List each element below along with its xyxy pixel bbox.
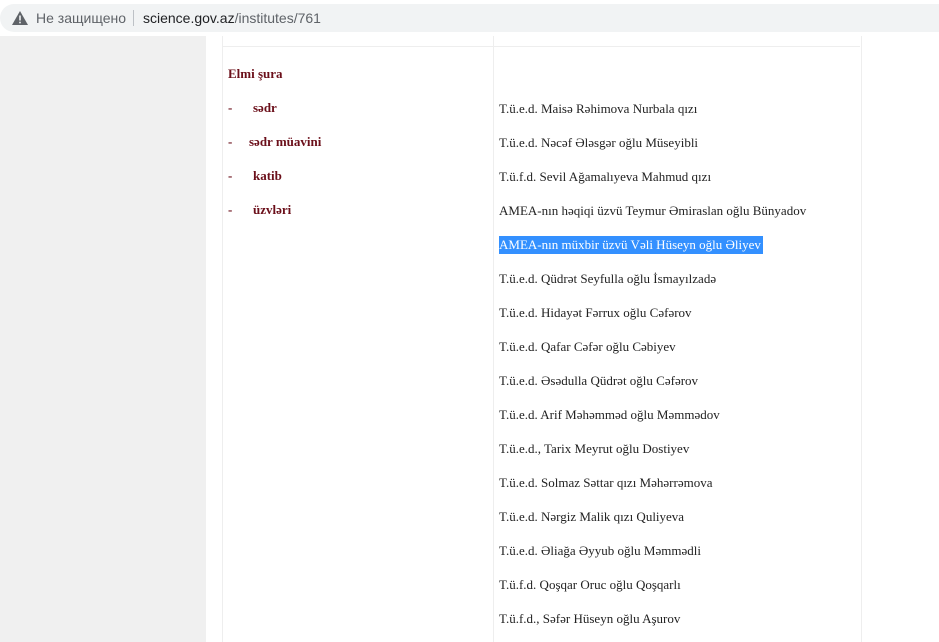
role-label: sədr müavini	[249, 134, 322, 149]
role-label: katib	[253, 168, 282, 183]
warning-triangle-icon[interactable]	[12, 11, 28, 25]
url-separator	[133, 10, 134, 26]
address-bar[interactable]: Не защищено science.gov.az/institutes/76…	[0, 4, 939, 32]
role-dash: -	[228, 100, 233, 115]
section-title: Elmi şura	[228, 66, 283, 81]
member-item: T.ü.e.d., Tarix Meyrut oğlu Dostiyev	[499, 441, 690, 456]
table-top-border	[222, 46, 860, 47]
role-label: üzvləri	[253, 202, 292, 217]
member-item: AMEA-nın həqiqi üzvü Teymur Əmiraslan oğ…	[499, 203, 807, 218]
member-item: T.ü.e.d. Nərgiz Malik qızı Quliyeva	[499, 509, 685, 524]
role-label: sədr	[253, 100, 277, 115]
member-item: T.ü.e.d. Maisə Rəhimova Nurbala qızı	[499, 101, 698, 116]
browser-toolbar: Не защищено science.gov.az/institutes/76…	[0, 0, 939, 36]
member-item: T.ü.e.d. Arif Məhəmməd oğlu Məmmədov	[499, 407, 720, 422]
member-item: T.ü.e.d. Solmaz Səttar qızı Məhərrəmova	[499, 475, 713, 490]
url-host: science.gov.az	[143, 10, 235, 26]
page-viewport: Elmi şura - sədr - sədr müavini - katib …	[0, 36, 939, 642]
security-status-label[interactable]: Не защищено	[36, 9, 126, 27]
role-dash: -	[228, 134, 233, 149]
member-item: T.ü.e.d. Əliağa Əyyub oğlu Məmmədli	[499, 543, 701, 558]
left-gutter	[0, 36, 206, 642]
member-item: T.ü.e.d. Qüdrət Seyfulla oğlu İsmayılzad…	[499, 271, 717, 286]
role-dash: -	[228, 202, 233, 217]
member-item: T.ü.e.d. Hidayət Fərrux oğlu Cəfərov	[499, 305, 692, 320]
member-item: T.ü.f.d. Sevil Ağamalıyeva Mahmud qızı	[499, 169, 712, 184]
member-item: T.ü.f.d. Qoşqar Oruc oğlu Qoşqarlı	[499, 577, 681, 592]
url-path: /institutes/761	[234, 10, 321, 26]
content-area: Elmi şura - sədr - sədr müavini - katib …	[206, 36, 939, 642]
column-divider	[493, 36, 494, 642]
member-item: T.ü.e.d. Qafar Cəfər oğlu Cəbiyev	[499, 339, 676, 354]
member-item: T.ü.e.d. Əsədulla Qüdrət oğlu Cəfərov	[499, 373, 699, 388]
member-item-selected[interactable]: AMEA-nın müxbir üzvü Vəli Hüseyn oğlu Əl…	[499, 236, 763, 254]
url-text[interactable]: science.gov.az/institutes/761	[143, 9, 321, 27]
role-dash: -	[228, 168, 233, 183]
member-item: T.ü.f.d., Səfər Hüseyn oğlu Aşurov	[499, 611, 681, 626]
member-item: T.ü.e.d. Nəcəf Ələsgər oğlu Müseyibli	[499, 135, 699, 150]
